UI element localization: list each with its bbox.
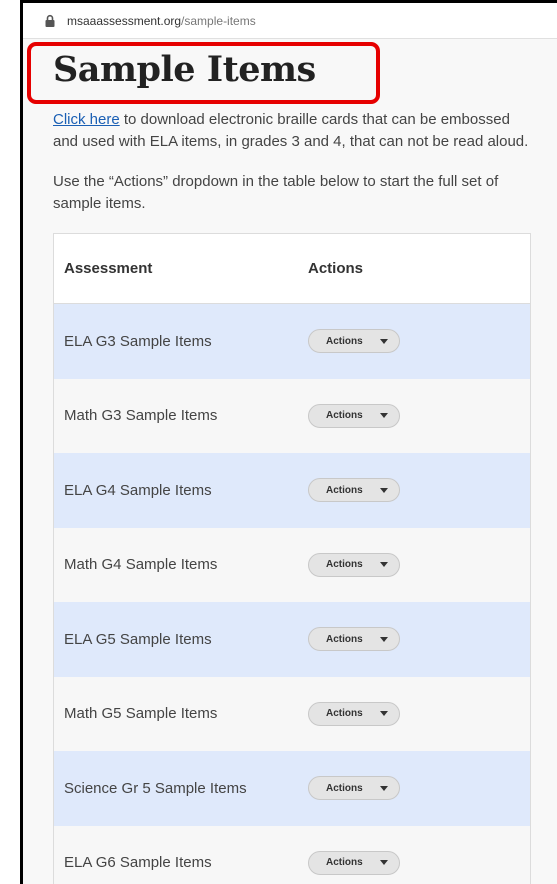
actions-dropdown-button[interactable]: Actions: [308, 329, 400, 354]
table-row: Math G4 Sample Items Actions: [54, 527, 530, 602]
instructions-paragraph: Use the “Actions” dropdown in the table …: [53, 173, 499, 212]
actions-dropdown-button[interactable]: Actions: [308, 627, 400, 652]
intro-text: to download electronic braille cards tha…: [53, 111, 529, 150]
table-row: Math G3 Sample Items Actions: [54, 378, 530, 453]
column-header-assessment: Assessment: [64, 260, 153, 277]
actions-dropdown-button[interactable]: Actions: [308, 403, 400, 428]
assessment-name: Math G3 Sample Items: [64, 407, 218, 425]
caret-down-icon: [380, 562, 388, 568]
actions-dropdown-button[interactable]: Actions: [308, 701, 400, 726]
caret-down-icon: [380, 711, 388, 717]
column-header-actions: Actions: [308, 260, 364, 277]
caret-down-icon: [380, 338, 388, 344]
table-row: Math G5 Sample Items Actions: [54, 676, 530, 751]
actions-dropdown-button[interactable]: Actions: [308, 776, 400, 801]
caret-down-icon: [380, 860, 388, 866]
table-row: ELA G4 Sample Items Actions: [54, 453, 530, 528]
table-row: ELA G6 Sample Items Actions: [54, 825, 530, 884]
url-text: msaaassessment.org/sample-items: [67, 14, 256, 28]
actions-dropdown-button[interactable]: Actions: [308, 478, 400, 503]
actions-dropdown-button[interactable]: Actions: [308, 552, 400, 577]
caret-down-icon: [380, 413, 388, 419]
actions-label: Actions: [326, 633, 363, 645]
actions-label: Actions: [326, 410, 363, 422]
actions-label: Actions: [326, 782, 363, 794]
table-row: ELA G3 Sample Items Actions: [54, 304, 530, 379]
assessment-name: ELA G4 Sample Items: [64, 481, 212, 499]
actions-label: Actions: [326, 335, 363, 347]
url-path: /sample-items: [181, 13, 256, 28]
table-row: ELA G5 Sample Items Actions: [54, 602, 530, 677]
caret-down-icon: [380, 487, 388, 493]
sample-items-table: Assessment Actions ELA G3 Sample Items A…: [53, 233, 531, 884]
assessment-name: Math G4 Sample Items: [64, 556, 218, 574]
table-row: Science Gr 5 Sample Items Actions: [54, 751, 530, 826]
caret-down-icon: [380, 785, 388, 791]
table-header: Assessment Actions: [54, 234, 530, 304]
address-bar[interactable]: msaaassessment.org/sample-items: [23, 3, 557, 39]
url-domain: msaaassessment.org: [67, 13, 182, 28]
caret-down-icon: [380, 636, 388, 642]
assessment-name: ELA G3 Sample Items: [64, 332, 212, 350]
actions-label: Actions: [326, 559, 363, 571]
intro-paragraph: Click here to download electronic braill…: [53, 109, 533, 153]
assessment-name: ELA G5 Sample Items: [64, 630, 212, 648]
actions-label: Actions: [326, 857, 363, 869]
actions-dropdown-button[interactable]: Actions: [308, 850, 400, 875]
actions-label: Actions: [326, 708, 363, 720]
assessment-name: Math G5 Sample Items: [64, 705, 218, 723]
download-braille-link[interactable]: Click here: [53, 111, 120, 128]
browser-window: msaaassessment.org/sample-items Sample I…: [20, 0, 557, 884]
page-title: Sample Items: [53, 49, 316, 90]
actions-label: Actions: [326, 484, 363, 496]
assessment-name: ELA G6 Sample Items: [64, 854, 212, 872]
assessment-name: Science Gr 5 Sample Items: [64, 779, 247, 797]
lock-icon: [45, 14, 55, 27]
